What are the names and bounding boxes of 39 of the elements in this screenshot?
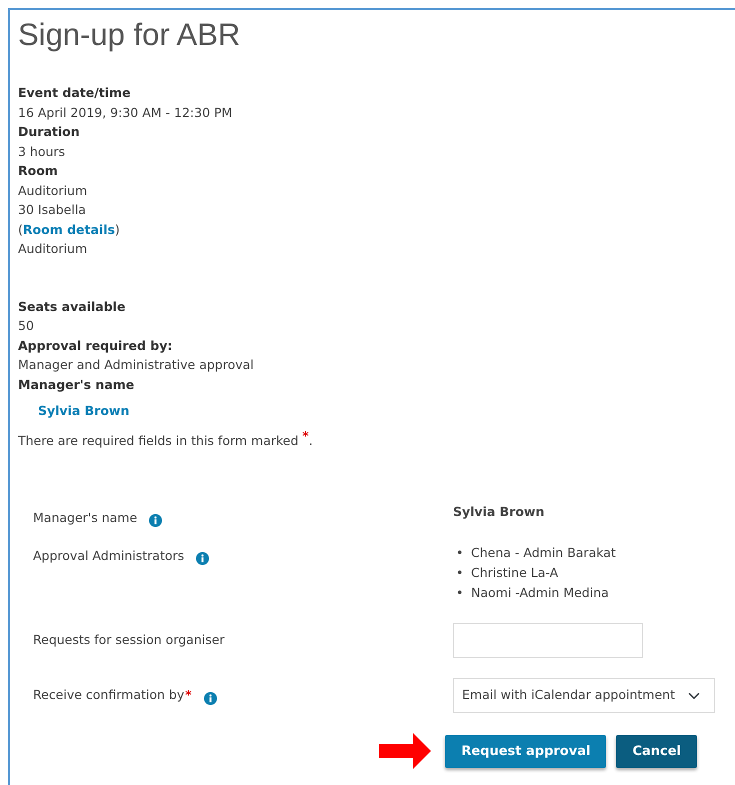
administrator-name: Naomi -Admin Medina bbox=[471, 584, 609, 602]
required-note: There are required fields in this form marked bbox=[18, 433, 300, 448]
manager-link[interactable]: Sylvia Brown bbox=[38, 402, 130, 421]
cancel-button[interactable]: Cancel bbox=[616, 734, 697, 768]
detail-label: Room bbox=[18, 162, 59, 180]
field-label: Manager's name bbox=[33, 508, 138, 527]
text-input[interactable] bbox=[453, 623, 643, 658]
required-mark: * bbox=[302, 428, 309, 443]
arrow-icon bbox=[379, 731, 432, 772]
bullet-mark: • bbox=[455, 584, 464, 602]
detail-label: Event date/time bbox=[18, 84, 132, 102]
page-title: Sign-up for ABR bbox=[18, 16, 242, 54]
detail-value: Manager and Administrative approval bbox=[18, 356, 255, 374]
detail-value: Auditorium bbox=[18, 182, 88, 200]
bullet-mark: • bbox=[455, 544, 464, 562]
paren-text: ( bbox=[18, 222, 23, 237]
administrator-name: Christine La-A bbox=[471, 564, 558, 582]
administrator-name: Chena - Admin Barakat bbox=[471, 544, 616, 562]
detail-label: Seats available bbox=[18, 298, 126, 316]
period-text: . bbox=[308, 433, 313, 448]
field-label: Requests for session organiser bbox=[33, 631, 225, 650]
detail-label: Manager's name bbox=[18, 376, 136, 394]
bullet-mark: • bbox=[455, 564, 464, 582]
room-details-link[interactable]: Room details bbox=[22, 222, 115, 237]
paren-text: ) bbox=[114, 222, 120, 237]
detail-label: Approval required by: bbox=[18, 336, 174, 355]
detail-value: Auditorium bbox=[18, 240, 88, 258]
confirmation-select[interactable]: Email with iCalendar appointment bbox=[453, 678, 715, 714]
detail-value: 3 hours bbox=[18, 142, 66, 161]
detail-value: 50 bbox=[18, 317, 35, 336]
field-value: Sylvia Brown bbox=[453, 502, 546, 521]
field-label: Receive confirmation by bbox=[33, 686, 184, 704]
request-approval-button[interactable]: Request approval bbox=[445, 734, 606, 768]
detail-value: 30 Isabella bbox=[18, 201, 87, 220]
detail-value: 16 April 2019, 9:30 AM - 12:30 PM bbox=[18, 104, 234, 122]
field-label: Approval Administrators bbox=[33, 547, 184, 566]
detail-label: Duration bbox=[18, 123, 81, 142]
required-mark: * bbox=[185, 687, 192, 704]
info-icon[interactable] bbox=[196, 549, 210, 562]
